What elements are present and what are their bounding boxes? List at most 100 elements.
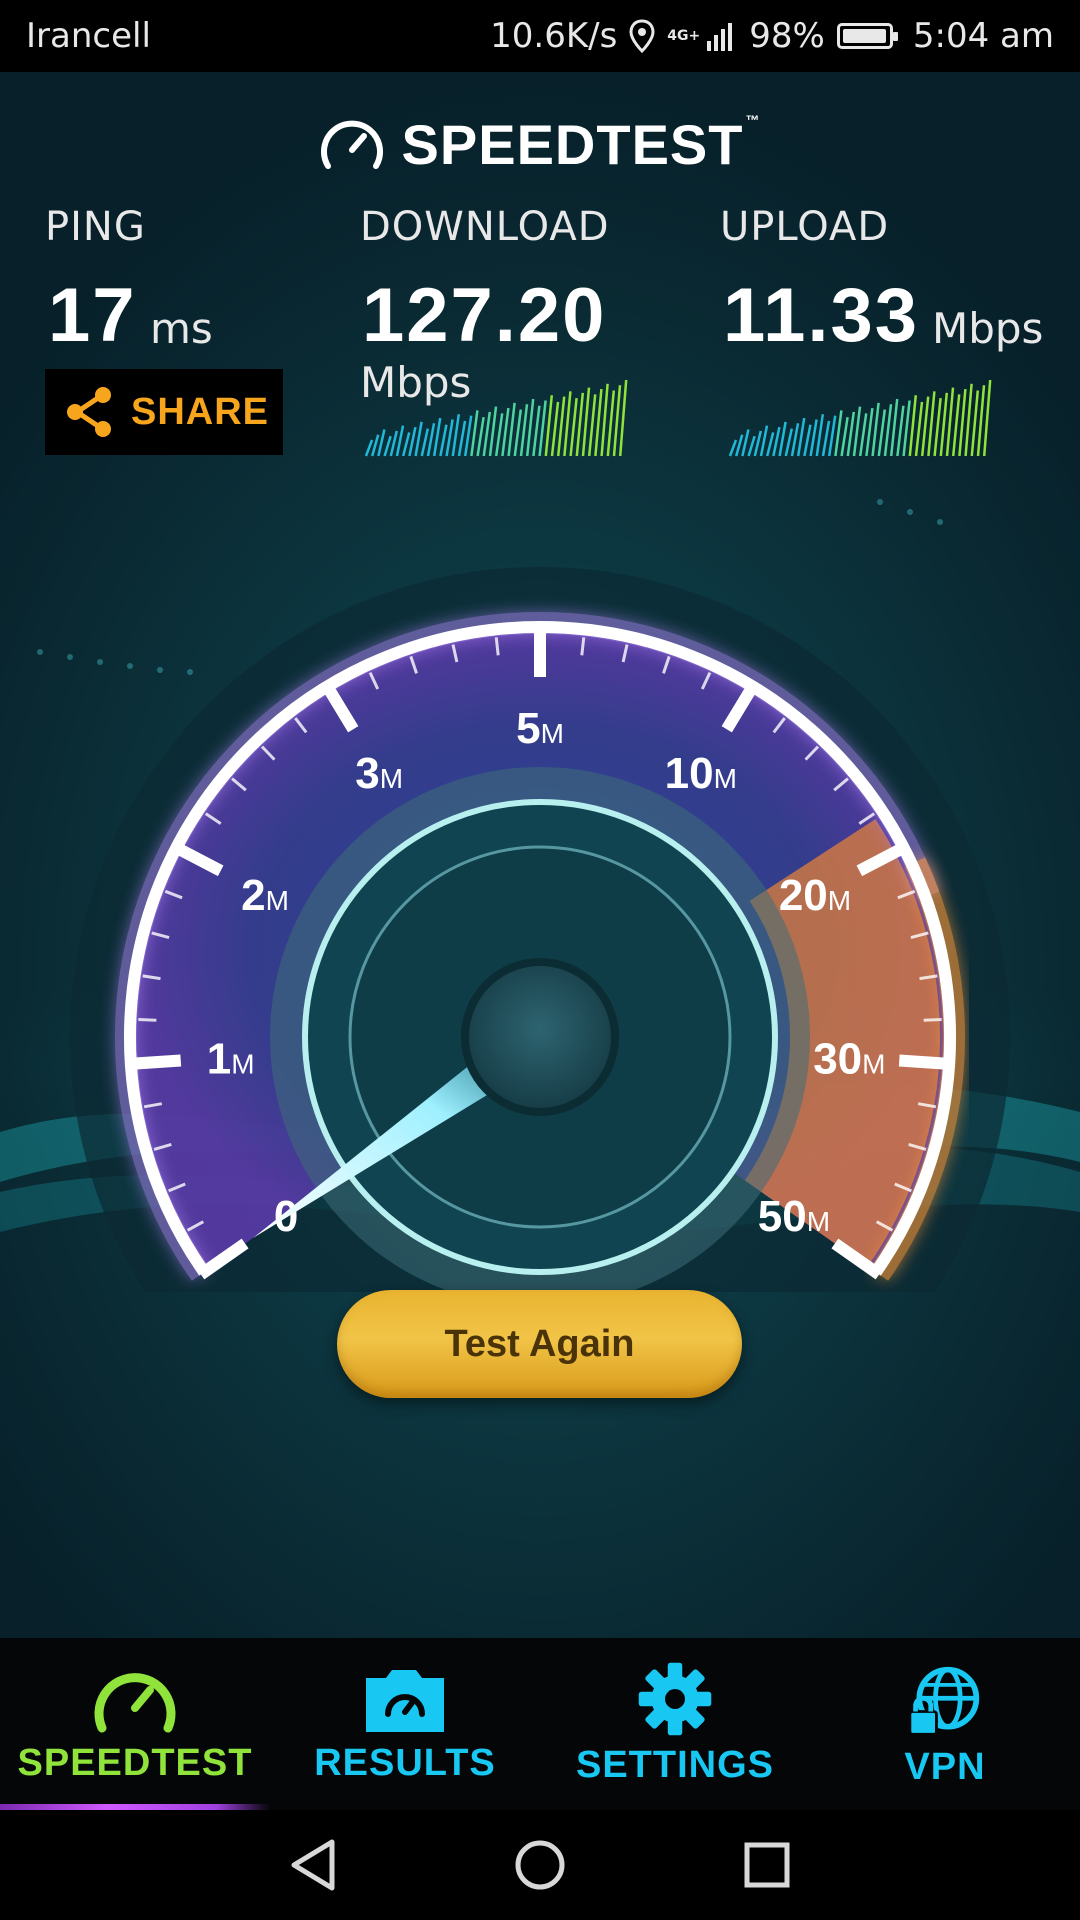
ping-value: 17: [48, 273, 137, 358]
upload-graph-bar: [951, 394, 961, 457]
gear-icon: [638, 1662, 712, 1736]
download-graph-bar: [408, 426, 417, 457]
upload-unit: Mbps: [932, 304, 1044, 353]
gauge-major-tick: [126, 1054, 182, 1071]
tab-speedtest-label: SPEEDTEST: [17, 1742, 253, 1784]
download-graph-bar: [618, 380, 628, 457]
upload-graph-bar: [927, 391, 936, 457]
share-icon: [67, 387, 111, 437]
gauge-major-tick: [898, 1054, 954, 1071]
network-speed: 10.6K/s: [490, 16, 618, 56]
ping-unit: ms: [150, 304, 213, 353]
upload-graph-bar: [914, 401, 924, 457]
speedometer-logo-icon: [320, 120, 383, 169]
download-graph-bar: [426, 423, 436, 457]
upload-graph-bar: [920, 396, 930, 457]
upload-graph-bar: [765, 432, 775, 457]
tab-settings[interactable]: SETTINGS: [540, 1638, 810, 1810]
share-label: SHARE: [131, 390, 270, 433]
upload-graph-bar: [772, 426, 781, 457]
test-again-button[interactable]: Test Again: [337, 1290, 742, 1398]
upload-graph-bar: [834, 410, 843, 457]
download-graph-bar: [556, 396, 566, 457]
upload-graph-bar: [964, 383, 973, 457]
home-icon[interactable]: [513, 1838, 567, 1892]
system-nav-bar: [0, 1810, 1080, 1920]
download-graph-bar: [563, 391, 572, 457]
gauge-hub: [461, 958, 619, 1116]
tab-vpn-label: VPN: [904, 1746, 986, 1788]
upload-label: UPLOAD: [720, 204, 890, 250]
gauge-minor-tick: [580, 637, 586, 656]
download-graph-bar: [482, 411, 492, 457]
upload-graph-bar: [759, 425, 769, 457]
upload-graph-bar: [970, 390, 980, 457]
upload-graph-bar: [883, 404, 893, 457]
upload-graph-bar: [976, 385, 986, 457]
app-logo: SPEEDTEST ™: [0, 112, 1080, 177]
upload-graph-bar: [741, 429, 750, 457]
upload-graph-bar: [902, 400, 911, 457]
status-indicators: 10.6K/s 4G+ 98% 5:04 am: [490, 16, 1054, 56]
download-graph-bar: [395, 425, 405, 457]
speedtest-screen: SPEEDTEST ™ PING 17 ms DOWNLOAD 127.20 Mb…: [0, 72, 1080, 1638]
upload-graph-bar: [846, 411, 856, 457]
share-button[interactable]: SHARE: [45, 369, 283, 455]
upload-graph-bar: [877, 409, 887, 457]
download-graph-bar: [525, 398, 535, 457]
battery-percent: 98%: [749, 16, 825, 56]
upload-graph-bar: [734, 434, 744, 457]
test-again-label: Test Again: [444, 1322, 635, 1365]
download-graph-bar: [600, 383, 609, 457]
upload-graph-bar: [747, 435, 756, 457]
download-graph-bar: [612, 385, 622, 457]
download-graph-bar: [364, 439, 374, 457]
download-graph-bar: [532, 405, 541, 457]
download-graph-bar: [544, 395, 554, 457]
upload-graph-bar: [889, 398, 899, 457]
upload-graph-bar: [728, 439, 738, 457]
download-graph: [364, 380, 628, 457]
download-graph-bar: [550, 401, 560, 457]
tab-results[interactable]: RESULTS: [270, 1638, 540, 1810]
upload-graph-bar: [778, 421, 787, 457]
tab-vpn[interactable]: VPN: [810, 1638, 1080, 1810]
download-graph-bar: [383, 435, 392, 457]
upload-graph-bar: [790, 423, 800, 457]
back-icon[interactable]: [288, 1838, 338, 1892]
carrier-name: Irancell: [26, 16, 151, 56]
upload-graph-bar: [803, 424, 812, 457]
results-folder-icon: [366, 1670, 444, 1732]
download-graph-bar: [457, 420, 467, 457]
download-graph-bar: [370, 434, 380, 457]
upload-graph-bar: [821, 420, 831, 457]
download-graph-bar: [569, 398, 578, 457]
upload-graph-bar: [753, 430, 763, 457]
upload-graph-bar: [840, 416, 849, 457]
battery-icon: [836, 23, 898, 49]
tab-results-label: RESULTS: [314, 1742, 496, 1784]
download-graph-bar: [439, 424, 448, 457]
speed-gauge: 01M2M3M5M10M20M30M50M: [70, 567, 1010, 1292]
globe-lock-icon: [908, 1666, 980, 1736]
download-graph-bar: [389, 430, 399, 457]
signal-icon: [707, 23, 733, 51]
battery-level: [842, 29, 886, 43]
download-graph-bar: [414, 421, 423, 457]
tab-speedtest[interactable]: SPEEDTEST: [0, 1638, 270, 1810]
speedometer-icon: [94, 1673, 176, 1733]
upload-value: 11.33: [723, 273, 919, 358]
upload-graph-bar: [784, 428, 794, 457]
upload-graph-bar: [865, 407, 874, 457]
upload-graph-bar: [858, 413, 868, 457]
recents-icon[interactable]: [742, 1840, 792, 1890]
download-graph-bar: [575, 392, 585, 457]
download-graph-bar: [476, 416, 485, 457]
upload-graph-bar: [896, 405, 905, 457]
network-type: 4G+: [667, 28, 701, 44]
download-graph-bar: [507, 402, 516, 457]
download-label: DOWNLOAD: [360, 204, 610, 250]
gauge-minor-tick: [138, 1017, 157, 1022]
download-graph-bar: [606, 390, 616, 457]
download-graph-bar: [587, 394, 597, 457]
